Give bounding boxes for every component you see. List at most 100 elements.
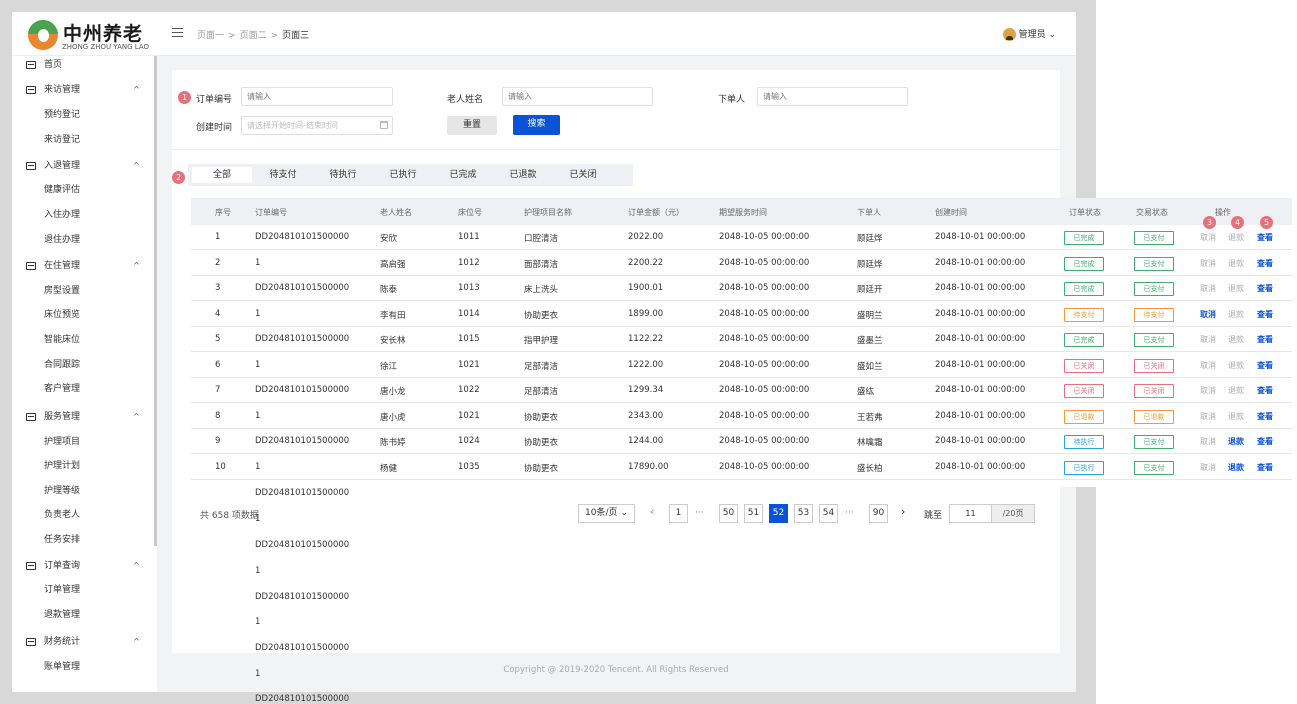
sidebar-item[interactable]: 退住办理	[12, 230, 152, 250]
view-link[interactable]: 查看	[1257, 385, 1273, 396]
cancel-link[interactable]: 取消	[1200, 385, 1216, 396]
orderer-input[interactable]	[757, 87, 908, 106]
user-menu[interactable]: 管理员 ⌄	[1002, 27, 1056, 41]
sidebar-item[interactable]: 智能床位	[12, 330, 152, 350]
tab-6[interactable]: 已关闭	[558, 167, 608, 183]
chevron-up-icon[interactable]: ^	[133, 156, 140, 176]
table-cell: 7	[215, 385, 221, 395]
refund-link[interactable]: 退款	[1228, 436, 1244, 447]
sidebar-item[interactable]: 护理等级	[12, 481, 152, 501]
menu-fold-icon[interactable]	[172, 28, 183, 38]
refund-link[interactable]: 退款	[1228, 385, 1244, 396]
created-time-range[interactable]: 请选择开始时间-结束时间	[241, 116, 393, 135]
order-no-label: 订单编号	[196, 95, 233, 105]
view-link[interactable]: 查看	[1257, 462, 1273, 473]
breadcrumb-item-2[interactable]: 页面二	[240, 31, 267, 41]
sidebar-item[interactable]: 负责老人	[12, 505, 152, 525]
page-51[interactable]: 51	[744, 504, 763, 523]
next-page-icon[interactable]: ›	[901, 505, 905, 518]
sidebar-item[interactable]: 房型设置	[12, 281, 152, 301]
table-cell: DD204810101500000	[255, 334, 350, 344]
cancel-link[interactable]: 取消	[1200, 283, 1216, 294]
sidebar-item[interactable]: 财务统计 ^	[12, 632, 152, 652]
tab-4[interactable]: 已完成	[438, 167, 488, 183]
sidebar-item[interactable]: 退款管理	[12, 605, 152, 625]
page-90[interactable]: 90	[869, 504, 888, 523]
sidebar-item[interactable]: 客户管理	[12, 379, 152, 399]
view-link[interactable]: 查看	[1257, 436, 1273, 447]
logo-icon	[28, 20, 58, 50]
view-link[interactable]: 查看	[1257, 258, 1273, 269]
view-link[interactable]: 查看	[1257, 360, 1273, 371]
cancel-link[interactable]: 取消	[1200, 462, 1216, 473]
cancel-link[interactable]: 取消	[1200, 436, 1216, 447]
refund-link[interactable]: 退款	[1228, 462, 1244, 473]
refund-link[interactable]: 退款	[1228, 360, 1244, 371]
sidebar-item[interactable]: 在住管理 ^	[12, 256, 152, 276]
sidebar-item[interactable]: 入住办理	[12, 205, 152, 225]
chevron-up-icon[interactable]: ^	[133, 632, 140, 652]
ellipsis[interactable]: ···	[845, 508, 854, 518]
tab-1[interactable]: 待支付	[258, 167, 308, 183]
order-no-input[interactable]	[241, 87, 393, 106]
tab-3[interactable]: 已执行	[378, 167, 428, 183]
sidebar-item[interactable]: 床位预览	[12, 305, 152, 325]
view-link[interactable]: 查看	[1257, 232, 1273, 243]
sidebar-item[interactable]: 合同跟踪	[12, 355, 152, 375]
view-link[interactable]: 查看	[1257, 309, 1273, 320]
prev-page-icon[interactable]: ‹	[650, 505, 654, 518]
page-53[interactable]: 53	[794, 504, 813, 523]
chevron-up-icon[interactable]: ^	[133, 407, 140, 427]
page-1[interactable]: 1	[669, 504, 688, 523]
sidebar-item[interactable]: 入退管理 ^	[12, 156, 152, 176]
view-link[interactable]: 查看	[1257, 411, 1273, 422]
page-54[interactable]: 54	[819, 504, 838, 523]
refund-link[interactable]: 退款	[1228, 232, 1244, 243]
refund-link[interactable]: 退款	[1228, 258, 1244, 269]
sidebar-item[interactable]: 服务管理 ^	[12, 407, 152, 427]
breadcrumb-item-1[interactable]: 页面一	[197, 31, 224, 41]
page-50[interactable]: 50	[719, 504, 738, 523]
tab-5[interactable]: 已退款	[498, 167, 548, 183]
sidebar-item[interactable]: 护理计划	[12, 456, 152, 476]
sidebar-item[interactable]: 任务安排	[12, 530, 152, 550]
table-cell: 9	[215, 436, 221, 446]
overflow-order-text: DD204810101500000	[255, 694, 350, 704]
reset-button[interactable]: 重置	[447, 116, 497, 135]
sidebar-item[interactable]: 账单管理	[12, 657, 152, 677]
refund-link[interactable]: 退款	[1228, 334, 1244, 345]
page-size-select[interactable]: 10条/页 ⌄	[578, 504, 635, 523]
view-link[interactable]: 查看	[1257, 283, 1273, 294]
sidebar-item[interactable]: 预约登记	[12, 105, 152, 125]
sidebar-item[interactable]: 护理项目	[12, 432, 152, 452]
cancel-link[interactable]: 取消	[1200, 232, 1216, 243]
sidebar-item[interactable]: 订单查询 ^	[12, 556, 152, 576]
sidebar-item[interactable]: 健康评估	[12, 180, 152, 200]
tab-2[interactable]: 待执行	[318, 167, 368, 183]
sidebar-item[interactable]: 订单管理	[12, 580, 152, 600]
cancel-link[interactable]: 取消	[1200, 258, 1216, 269]
tab-0[interactable]: 全部	[192, 167, 252, 183]
ellipsis[interactable]: ···	[695, 508, 704, 518]
search-button[interactable]: 搜索	[513, 115, 560, 135]
table-cell: 1014	[458, 309, 480, 319]
sidebar-item[interactable]: 来访管理 ^	[12, 80, 152, 100]
chevron-up-icon[interactable]: ^	[133, 80, 140, 100]
cancel-link[interactable]: 取消	[1200, 411, 1216, 422]
sidebar-item[interactable]: 来访登记	[12, 130, 152, 150]
sidebar-item[interactable]: 首页	[12, 55, 152, 75]
view-link[interactable]: 查看	[1257, 334, 1273, 345]
cancel-link[interactable]: 取消	[1200, 309, 1216, 320]
jump-page-input[interactable]: 11	[949, 504, 992, 523]
overflow-order-text: DD204810101500000	[255, 488, 350, 498]
elder-name-input[interactable]	[502, 87, 653, 106]
refund-link[interactable]: 退款	[1228, 411, 1244, 422]
refund-link[interactable]: 退款	[1228, 283, 1244, 294]
cancel-link[interactable]: 取消	[1200, 334, 1216, 345]
refund-link[interactable]: 退款	[1228, 309, 1244, 320]
chevron-up-icon[interactable]: ^	[133, 556, 140, 576]
cancel-link[interactable]: 取消	[1200, 360, 1216, 371]
column-header: 订单状态	[1069, 208, 1101, 217]
chevron-up-icon[interactable]: ^	[133, 256, 140, 276]
page-52-current[interactable]: 52	[769, 504, 788, 523]
